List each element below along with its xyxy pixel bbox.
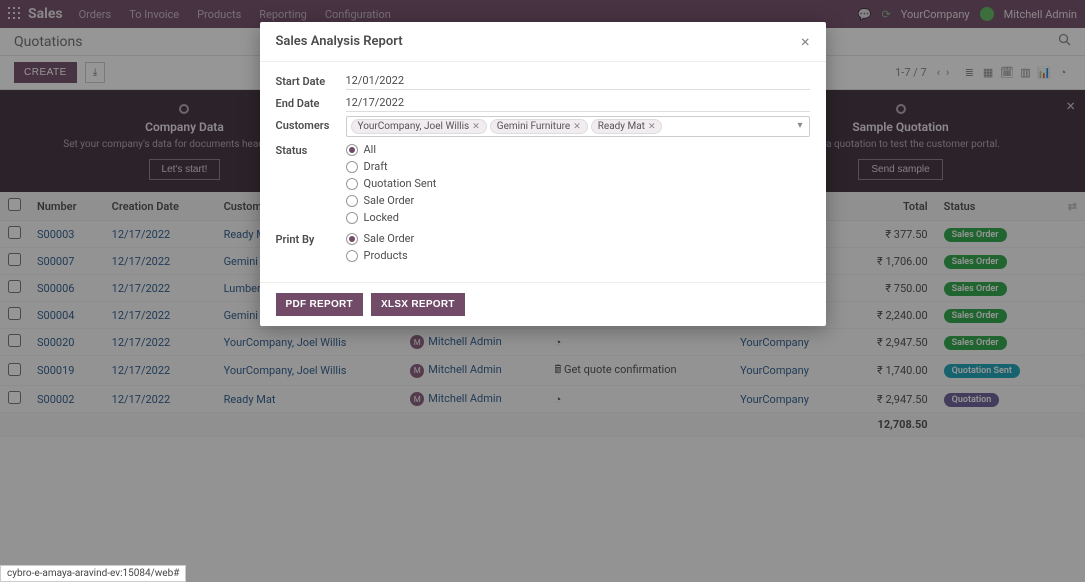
customer-tag[interactable]: Gemini Furniture ✕ [490, 119, 588, 134]
label-start-date: Start Date [276, 72, 346, 88]
radio-label: Quotation Sent [364, 177, 437, 190]
modal-title: Sales Analysis Report [276, 34, 403, 49]
input-customers[interactable]: YourCompany, Joel Willis ✕Gemini Furnitu… [346, 116, 810, 137]
radio-icon [346, 233, 358, 245]
input-start-date[interactable]: 12/01/2022 [346, 72, 810, 90]
radio-label: Locked [364, 211, 399, 224]
customer-tag[interactable]: YourCompany, Joel Willis ✕ [351, 119, 487, 134]
tag-remove-icon[interactable]: ✕ [472, 122, 480, 132]
radio-label: Sale Order [364, 194, 415, 207]
radio-status-locked[interactable]: Locked [346, 209, 810, 226]
radio-label: Draft [364, 160, 388, 173]
tag-remove-icon[interactable]: ✕ [573, 122, 581, 132]
radio-icon [346, 144, 358, 156]
customer-tag[interactable]: Ready Mat ✕ [591, 119, 663, 134]
label-end-date: End Date [276, 94, 346, 110]
label-print-by: Print By [276, 230, 346, 246]
radio-status-draft[interactable]: Draft [346, 158, 810, 175]
radio-status-quotation-sent[interactable]: Quotation Sent [346, 175, 810, 192]
pdf-report-button[interactable]: PDF REPORT [276, 293, 363, 316]
radio-status-all[interactable]: All [346, 141, 810, 158]
xlsx-report-button[interactable]: XLSX REPORT [371, 293, 465, 316]
radio-label: Sale Order [364, 232, 415, 245]
label-status: Status [276, 141, 346, 157]
radio-icon [346, 195, 358, 207]
radio-label: Products [364, 249, 408, 262]
modal-overlay: Sales Analysis Report × Start Date 12/01… [0, 0, 1085, 582]
radio-status-sale-order[interactable]: Sale Order [346, 192, 810, 209]
sales-analysis-report-dialog: Sales Analysis Report × Start Date 12/01… [260, 22, 826, 326]
dropdown-caret-icon[interactable]: ▾ [797, 120, 802, 131]
browser-status-bar: cybro-e-amaya-aravind-ev:15084/web# [0, 565, 186, 582]
radio-icon [346, 250, 358, 262]
tag-remove-icon[interactable]: ✕ [648, 122, 656, 132]
label-customers: Customers [276, 116, 346, 132]
radio-label: All [364, 143, 377, 156]
radio-print-products[interactable]: Products [346, 247, 810, 264]
modal-close-icon[interactable]: × [801, 32, 810, 51]
radio-icon [346, 178, 358, 190]
radio-icon [346, 161, 358, 173]
radio-print-sale-order[interactable]: Sale Order [346, 230, 810, 247]
input-end-date[interactable]: 12/17/2022 [346, 94, 810, 112]
radio-icon [346, 212, 358, 224]
